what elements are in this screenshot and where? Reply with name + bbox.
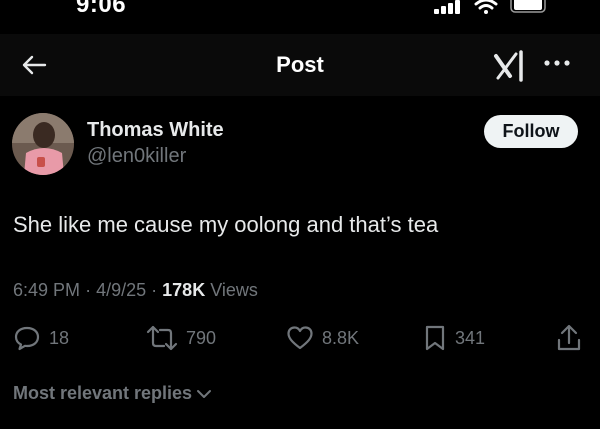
- post-date: 4/9/25: [96, 280, 147, 300]
- follow-button[interactable]: Follow: [484, 115, 578, 148]
- reply-button[interactable]: 18: [13, 324, 69, 352]
- header-bar: Post: [0, 34, 600, 96]
- like-icon: [287, 326, 313, 350]
- status-icons: [434, 0, 550, 14]
- views-label[interactable]: Views: [210, 280, 258, 300]
- repost-button[interactable]: 790: [146, 324, 216, 352]
- more-icon: [544, 60, 570, 66]
- grok-button[interactable]: [490, 48, 530, 84]
- replies-filter-label: Most relevant replies: [13, 383, 193, 403]
- post-time: 6:49 PM: [13, 280, 81, 300]
- share-button[interactable]: [556, 324, 582, 352]
- grok-icon: [494, 50, 523, 82]
- reply-icon: [14, 326, 40, 351]
- avatar[interactable]: [12, 113, 74, 175]
- repost-icon: [146, 325, 178, 351]
- wifi-icon: [474, 0, 498, 14]
- replies-filter-dropdown[interactable]: Most relevant replies: [13, 383, 212, 404]
- more-button[interactable]: [540, 48, 574, 78]
- post-text: She like me cause my oolong and that’s t…: [13, 212, 439, 237]
- like-count: 8.8K: [322, 327, 360, 348]
- repost-count: 790: [186, 327, 217, 348]
- meta-separator: ·: [85, 280, 92, 300]
- avatar-image: [12, 113, 74, 175]
- status-time: 9:06: [76, 0, 127, 18]
- status-bar: 9:06: [0, 0, 600, 20]
- post-meta: 6:49 PM · 4/9/25 · 178K Views: [13, 280, 258, 301]
- like-button[interactable]: 8.8K: [286, 324, 359, 352]
- share-icon: [557, 324, 581, 351]
- bookmark-button[interactable]: 341: [423, 324, 485, 352]
- author-name[interactable]: Thomas White: [87, 119, 224, 142]
- cellular-signal-icon: [434, 0, 460, 14]
- bookmark-icon: [425, 325, 445, 351]
- battery-icon: [510, 0, 546, 13]
- reply-count: 18: [49, 327, 70, 348]
- meta-separator: ·: [151, 280, 158, 300]
- author-handle[interactable]: @len0killer: [87, 145, 186, 168]
- bookmark-count: 341: [455, 327, 486, 348]
- views-count[interactable]: 178K: [162, 280, 205, 300]
- chevron-down-icon: [197, 389, 212, 398]
